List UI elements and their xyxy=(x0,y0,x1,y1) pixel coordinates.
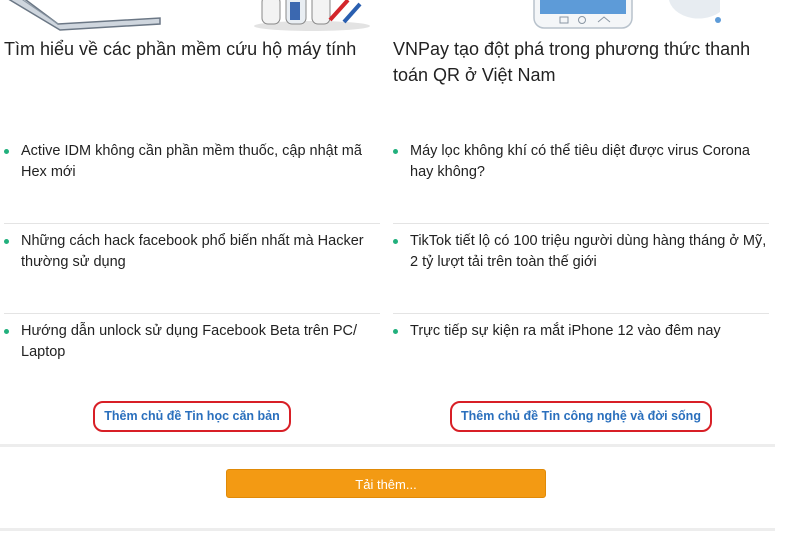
bullet-dot xyxy=(393,149,398,154)
news-item-link[interactable]: TikTok tiết lộ có 100 triệu người dùng h… xyxy=(410,231,769,273)
list-item: Hướng dẫn unlock sử dụng Facebook Beta t… xyxy=(4,314,380,404)
load-more-button[interactable]: Tải thêm... xyxy=(226,469,546,498)
featured-article-title: Tìm hiểu về các phần mềm cứu hộ máy tính xyxy=(4,36,380,62)
section-divider xyxy=(0,528,775,531)
list-item: Máy lọc không khí có thể tiêu diệt được … xyxy=(393,134,769,224)
column-tin-hoc-can-ban: Tìm hiểu về các phần mềm cứu hộ máy tính… xyxy=(4,36,380,432)
article-thumbnail-left[interactable] xyxy=(0,0,390,32)
news-item-link[interactable]: Active IDM không cần phần mềm thuốc, cập… xyxy=(21,141,380,183)
news-list: Active IDM không cần phần mềm thuốc, cập… xyxy=(4,134,380,404)
bullet-dot xyxy=(4,239,9,244)
more-topic-link[interactable]: Thêm chủ đề Tin công nghệ và đời sống xyxy=(450,401,712,432)
more-topic-link[interactable]: Thêm chủ đề Tin học căn bản xyxy=(93,401,291,432)
featured-article-link[interactable]: VNPay tạo đột phá trong phương thức than… xyxy=(393,39,750,85)
bullet-dot xyxy=(393,329,398,334)
featured-article-link[interactable]: Tìm hiểu về các phần mềm cứu hộ máy tính xyxy=(4,39,356,59)
news-item-link[interactable]: Trực tiếp sự kiện ra mắt iPhone 12 vào đ… xyxy=(410,321,769,342)
news-item-link[interactable]: Máy lọc không khí có thể tiêu diệt được … xyxy=(410,141,769,183)
news-item-link[interactable]: Hướng dẫn unlock sử dụng Facebook Beta t… xyxy=(21,321,380,363)
bullet-dot xyxy=(4,149,9,154)
list-item: TikTok tiết lộ có 100 triệu người dùng h… xyxy=(393,224,769,314)
article-thumbnail-right[interactable] xyxy=(520,0,750,32)
more-topic-wrap: Thêm chủ đề Tin học căn bản xyxy=(4,401,380,432)
section-divider xyxy=(0,444,775,447)
list-item: Active IDM không cần phần mềm thuốc, cập… xyxy=(4,134,380,224)
news-page: Tìm hiểu về các phần mềm cứu hộ máy tính… xyxy=(0,0,785,542)
bullet-dot xyxy=(4,329,9,334)
laptop-rescue-illustration xyxy=(8,0,370,31)
phone-qr-illustration xyxy=(533,0,721,29)
list-item: Những cách hack facebook phổ biến nhất m… xyxy=(4,224,380,314)
news-list: Máy lọc không khí có thể tiêu diệt được … xyxy=(393,134,769,404)
list-item: Trực tiếp sự kiện ra mắt iPhone 12 vào đ… xyxy=(393,314,769,404)
bullet-dot xyxy=(393,239,398,244)
column-tin-cong-nghe: VNPay tạo đột phá trong phương thức than… xyxy=(393,36,769,432)
news-item-link[interactable]: Những cách hack facebook phổ biến nhất m… xyxy=(21,231,380,273)
featured-article-title: VNPay tạo đột phá trong phương thức than… xyxy=(393,36,769,88)
more-topic-wrap: Thêm chủ đề Tin công nghệ và đời sống xyxy=(393,401,769,432)
